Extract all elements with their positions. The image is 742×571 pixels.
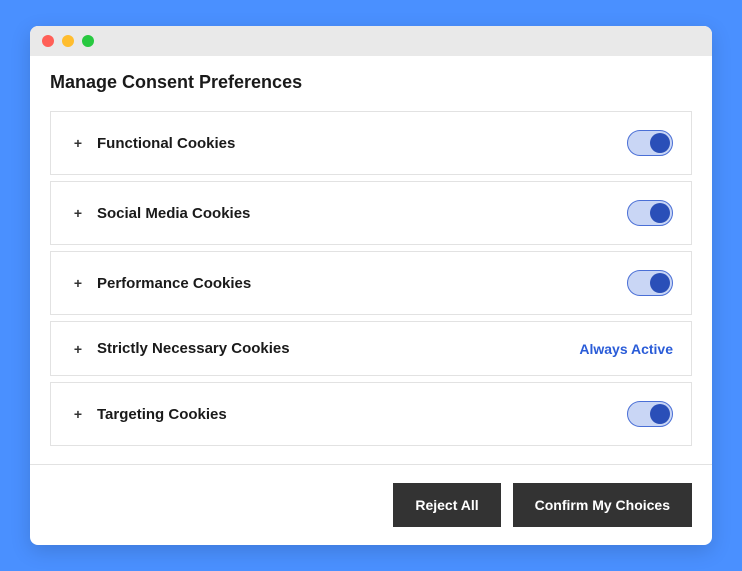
toggle-functional[interactable] [627, 130, 673, 156]
window-close-icon[interactable] [42, 35, 54, 47]
reject-all-button[interactable]: Reject All [393, 483, 500, 527]
category-label: Functional Cookies [97, 135, 627, 152]
category-label: Strictly Necessary Cookies [97, 340, 579, 357]
category-functional: + Functional Cookies [50, 111, 692, 175]
confirm-choices-button[interactable]: Confirm My Choices [513, 483, 692, 527]
category-performance: + Performance Cookies [50, 251, 692, 315]
toggle-knob-icon [650, 133, 670, 153]
toggle-knob-icon [650, 203, 670, 223]
dialog-header: Manage Consent Preferences [30, 56, 712, 105]
cookie-category-list: + Functional Cookies + Social Media Cook… [30, 105, 712, 464]
consent-dialog: Manage Consent Preferences + Functional … [30, 26, 712, 545]
expand-icon[interactable]: + [69, 135, 87, 151]
window-titlebar [30, 26, 712, 56]
category-label: Social Media Cookies [97, 205, 627, 222]
window-minimize-icon[interactable] [62, 35, 74, 47]
expand-icon[interactable]: + [69, 406, 87, 422]
toggle-knob-icon [650, 404, 670, 424]
always-active-label: Always Active [579, 341, 673, 357]
dialog-title: Manage Consent Preferences [50, 72, 692, 93]
dialog-footer: Reject All Confirm My Choices [30, 464, 712, 545]
category-targeting: + Targeting Cookies [50, 382, 692, 446]
toggle-performance[interactable] [627, 270, 673, 296]
category-label: Targeting Cookies [97, 406, 627, 423]
toggle-social-media[interactable] [627, 200, 673, 226]
category-label: Performance Cookies [97, 275, 627, 292]
expand-icon[interactable]: + [69, 205, 87, 221]
window-maximize-icon[interactable] [82, 35, 94, 47]
toggle-targeting[interactable] [627, 401, 673, 427]
category-strictly-necessary: + Strictly Necessary Cookies Always Acti… [50, 321, 692, 376]
expand-icon[interactable]: + [69, 341, 87, 357]
expand-icon[interactable]: + [69, 275, 87, 291]
category-social-media: + Social Media Cookies [50, 181, 692, 245]
toggle-knob-icon [650, 273, 670, 293]
